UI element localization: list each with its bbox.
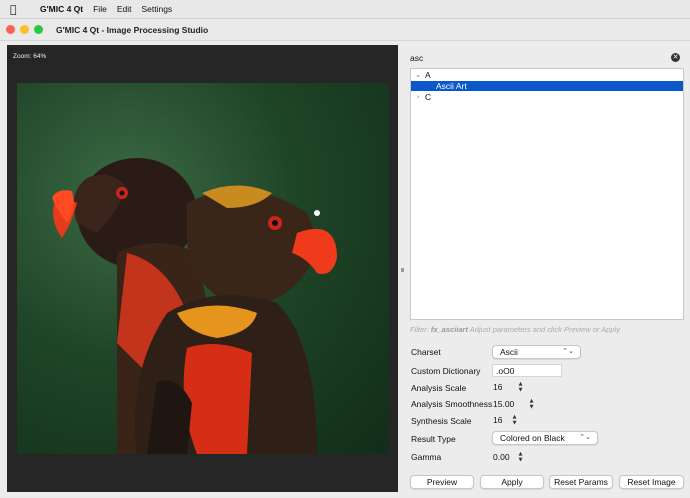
tree-folder-c[interactable]: › C [411, 92, 683, 102]
analysis-scale-spinbox[interactable]: 16 [493, 380, 502, 393]
search-input[interactable] [410, 53, 660, 63]
tree-item-ascii-art[interactable]: Ascii Art [411, 81, 683, 91]
analysis-smoothness-label: Analysis Smoothness [411, 399, 493, 409]
charset-label: Charset [411, 347, 441, 357]
result-type-select[interactable]: Colored on Black ⌃⌄ [492, 431, 598, 445]
gamma-value: 0.00 [493, 451, 510, 462]
apple-icon[interactable]:  [10, 3, 28, 16]
tree-item-label: C [425, 92, 432, 102]
preview-panel[interactable]: Zoom: 64% [7, 45, 398, 492]
menu-app-name[interactable]: G'MIC 4 Qt [40, 4, 83, 14]
minimize-window-button[interactable] [20, 25, 29, 34]
charset-select[interactable]: Ascii ⌃⌄ [492, 345, 581, 359]
filter-command: fx_asciiart [430, 325, 468, 334]
analysis-smoothness-stepper-icon[interactable]: ▲ ▼ [528, 398, 535, 410]
charset-value: Ascii [500, 347, 518, 357]
menu-edit[interactable]: Edit [117, 4, 132, 14]
custom-dictionary-field[interactable]: .oO0 [492, 364, 562, 377]
menu-bar:  G'MIC 4 Qt File Edit Settings [0, 0, 690, 18]
chevron-updown-icon: ⌃⌄ [562, 347, 574, 355]
chevron-down-icon[interactable]: ⌄ [411, 71, 425, 79]
menu-settings[interactable]: Settings [141, 4, 172, 14]
filter-search-bar: ✕ [410, 50, 684, 66]
synthesis-scale-stepper-icon[interactable]: ▲ ▼ [511, 414, 518, 426]
analysis-scale-stepper-icon[interactable]: ▲ ▼ [517, 381, 524, 393]
parrots-illustration [52, 158, 337, 454]
tree-folder-a[interactable]: ⌄ A [411, 70, 683, 80]
menu-file[interactable]: File [93, 4, 107, 14]
result-type-value: Colored on Black [500, 433, 565, 443]
gamma-spinbox[interactable]: 0.00 [493, 450, 510, 463]
filter-note-prefix: Filter: [410, 325, 429, 334]
analysis-smoothness-value: 15.00 [493, 398, 515, 409]
gamma-stepper-icon[interactable]: ▲ ▼ [517, 451, 524, 463]
title-bar: G'MIC 4 Qt - Image Processing Studio [0, 19, 690, 41]
zoom-window-button[interactable] [34, 25, 43, 34]
analysis-scale-value: 16 [493, 381, 503, 392]
zoom-label: Zoom: 64% [13, 53, 47, 60]
custom-dictionary-value: .oO0 [496, 365, 515, 376]
synthesis-scale-spinbox[interactable]: 16 [493, 413, 502, 426]
panel-splitter-handle[interactable] [401, 268, 404, 272]
window-title: G'MIC 4 Qt - Image Processing Studio [56, 24, 209, 35]
apply-button[interactable]: Apply [480, 475, 544, 489]
filter-note-suffix: Adjust parameters and click Preview or A… [469, 325, 620, 334]
tree-item-label: A [425, 70, 431, 80]
tree-item-label: Ascii Art [436, 81, 467, 91]
custom-dictionary-label: Custom Dictionary [411, 366, 481, 376]
filter-tree[interactable]: ⌄ A Ascii Art › C [410, 68, 684, 320]
analysis-smoothness-spinbox[interactable]: 15.00 [493, 397, 514, 410]
reset-image-button[interactable]: Reset Image [619, 475, 684, 489]
close-window-button[interactable] [6, 25, 15, 34]
chevron-updown-icon: ⌃⌄ [579, 433, 591, 441]
chevron-right-icon[interactable]: › [411, 93, 425, 101]
clear-search-icon[interactable]: ✕ [671, 53, 680, 62]
analysis-scale-label: Analysis Scale [411, 383, 467, 393]
synthesis-scale-value: 16 [493, 414, 503, 425]
preview-image[interactable] [17, 83, 389, 454]
result-type-label: Result Type [411, 434, 456, 444]
preview-button[interactable]: Preview [410, 475, 474, 489]
synthesis-scale-label: Synthesis Scale [411, 416, 472, 426]
filter-info-note: Filter: fx_asciiart Adjust parameters an… [410, 325, 620, 334]
reset-params-button[interactable]: Reset Params [549, 475, 613, 489]
gamma-label: Gamma [411, 452, 442, 462]
